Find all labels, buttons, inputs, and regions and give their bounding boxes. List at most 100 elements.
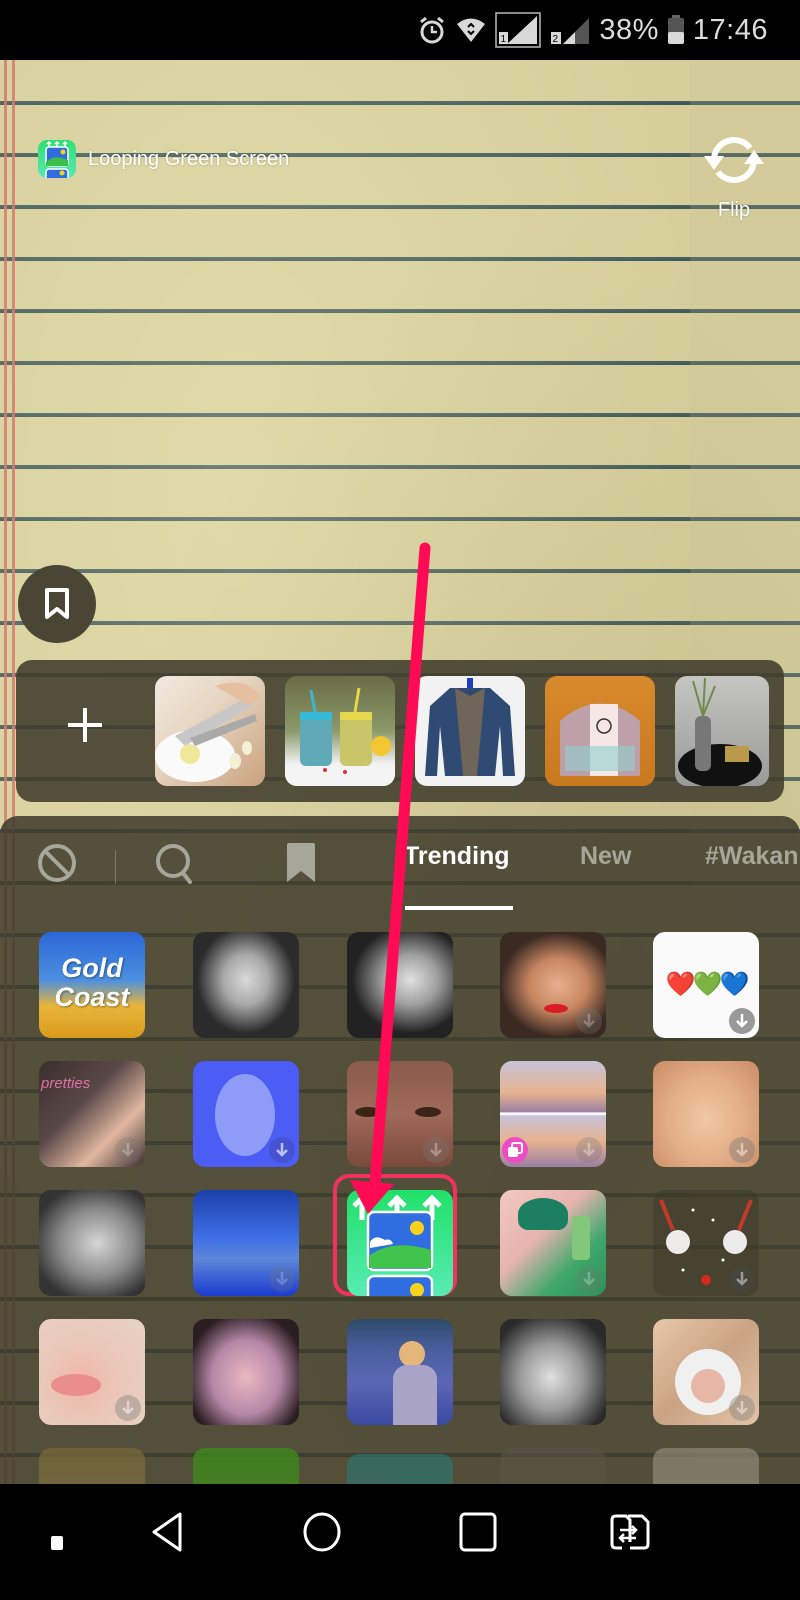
- download-badge: [269, 1266, 295, 1292]
- tab-no-effect[interactable]: [36, 842, 78, 889]
- body-shape: [393, 1365, 437, 1425]
- product-thumb-beauty-base[interactable]: [675, 676, 769, 786]
- product-thumb-land-moon-bag[interactable]: [545, 676, 655, 786]
- lips-shape: [51, 1374, 101, 1396]
- product-strip: [16, 660, 784, 802]
- switch-sim-icon: [610, 1514, 650, 1550]
- svg-text:1: 1: [501, 34, 507, 45]
- head-shape: [399, 1341, 425, 1367]
- download-icon: [276, 1272, 288, 1286]
- navigation-bar: [0, 1484, 800, 1600]
- flip-camera-button[interactable]: Flip: [702, 130, 766, 222]
- sim2-signal-icon: 2: [551, 18, 590, 45]
- no-effect-icon: [38, 844, 76, 882]
- save-effect-button[interactable]: [18, 565, 96, 643]
- tab-saved[interactable]: [284, 842, 318, 889]
- effect-blue-oval-face[interactable]: [193, 1061, 299, 1167]
- effect-christmas-reindeer[interactable]: [653, 1190, 759, 1296]
- active-tab-indicator: [405, 906, 513, 910]
- product-thumb-denim-jacket[interactable]: [415, 676, 525, 786]
- download-icon: [583, 1272, 595, 1286]
- effect-laughing-monkey[interactable]: [653, 1319, 759, 1425]
- download-badge: [729, 1008, 755, 1034]
- plus-icon: [68, 708, 102, 742]
- effect-airplane-wing-split[interactable]: [500, 1061, 606, 1167]
- effect-partial[interactable]: [39, 1448, 145, 1484]
- download-badge: [729, 1395, 755, 1421]
- effect-partial[interactable]: [653, 1448, 759, 1484]
- effect-girl-green-hat-selfie[interactable]: [500, 1190, 606, 1296]
- current-effect[interactable]: Looping Green Screen: [38, 140, 289, 178]
- flip-icon: [704, 137, 764, 183]
- effect-bw-portrait-woman[interactable]: [193, 932, 299, 1038]
- download-icon: [736, 1014, 748, 1028]
- effect-looping-green-screen[interactable]: [347, 1190, 453, 1296]
- lips-shape: [544, 1004, 568, 1013]
- home-icon: [303, 1512, 341, 1552]
- effect-man-face[interactable]: [653, 1061, 759, 1167]
- effect-bw-girl[interactable]: [39, 1190, 145, 1296]
- effect-lips-sparkle[interactable]: [39, 1319, 145, 1425]
- effect-gold-coast[interactable]: Gold Coast: [39, 932, 145, 1038]
- camera-viewport[interactable]: Looping Green Screen Flip Trending New #…: [0, 60, 800, 1484]
- download-icon: [736, 1401, 748, 1415]
- effect-category-tabs: Trending New #Wakan: [0, 816, 800, 912]
- effect-eyes-closeup[interactable]: [347, 1061, 453, 1167]
- effect-bw-smiling-woman[interactable]: [500, 1319, 606, 1425]
- effect-bw-woman-hand-on-cheek[interactable]: [347, 932, 453, 1038]
- bookmark-icon: [287, 843, 315, 882]
- download-icon: [583, 1014, 595, 1028]
- download-badge: [115, 1137, 141, 1163]
- download-badge: [576, 1137, 602, 1163]
- tab-wakanda[interactable]: #Wakan: [705, 842, 799, 871]
- recents-icon: [459, 1512, 497, 1552]
- product-thumb-mason-jar-drinks[interactable]: [285, 676, 395, 786]
- effect-blue-city-window[interactable]: [193, 1190, 299, 1296]
- monkey-face: [691, 1369, 725, 1403]
- looping-green-screen-effect-icon: [38, 140, 76, 178]
- download-icon: [430, 1143, 442, 1157]
- tab-divider: [115, 850, 116, 884]
- nav-switch-sim-button[interactable]: [606, 1512, 652, 1557]
- effect-partial[interactable]: [500, 1448, 606, 1484]
- effect-name: Looping Green Screen: [88, 147, 290, 170]
- download-icon: [736, 1143, 748, 1157]
- nav-recents-button[interactable]: [458, 1512, 498, 1557]
- download-badge: [729, 1137, 755, 1163]
- tab-search[interactable]: [154, 842, 196, 891]
- bookmark-icon: [45, 588, 69, 619]
- dot-icon: [51, 1536, 63, 1550]
- eye-shape: [355, 1107, 381, 1117]
- search-icon: [156, 844, 192, 884]
- download-badge: [729, 1266, 755, 1292]
- effect-girl-bangs[interactable]: [193, 1319, 299, 1425]
- svg-text:2: 2: [553, 34, 559, 45]
- back-icon: [152, 1512, 182, 1552]
- effect-vintage-lake-woman[interactable]: [347, 1319, 453, 1425]
- effect-partial[interactable]: [347, 1454, 453, 1484]
- status-bar: 1 2 38% 17:46: [0, 0, 800, 60]
- eye-shape: [415, 1107, 441, 1117]
- multi-effect-badge: [502, 1137, 528, 1163]
- download-icon: [736, 1272, 748, 1286]
- nav-back-button[interactable]: [150, 1512, 186, 1557]
- download-badge: [576, 1008, 602, 1034]
- nav-home-button[interactable]: [302, 1512, 342, 1557]
- add-product-button[interactable]: [60, 700, 110, 750]
- flip-label: Flip: [717, 199, 751, 221]
- effect-hearts[interactable]: ❤️💚💙: [653, 932, 759, 1038]
- download-icon: [122, 1143, 134, 1157]
- battery-percent: 38%: [599, 13, 659, 46]
- tab-trending[interactable]: Trending: [404, 842, 510, 871]
- nav-dot-button[interactable]: [50, 1536, 64, 1555]
- download-icon: [122, 1401, 134, 1415]
- phone-shape: [572, 1216, 590, 1260]
- battery-icon: [667, 15, 684, 44]
- download-badge: [576, 1266, 602, 1292]
- alarm-icon: [420, 16, 445, 44]
- tab-new[interactable]: New: [580, 842, 631, 871]
- product-thumb-garlic-press[interactable]: [155, 676, 265, 786]
- effect-woman-red-lips[interactable]: [500, 932, 606, 1038]
- effect-pretties-hand[interactable]: pretties: [39, 1061, 145, 1167]
- effect-partial[interactable]: [193, 1448, 299, 1484]
